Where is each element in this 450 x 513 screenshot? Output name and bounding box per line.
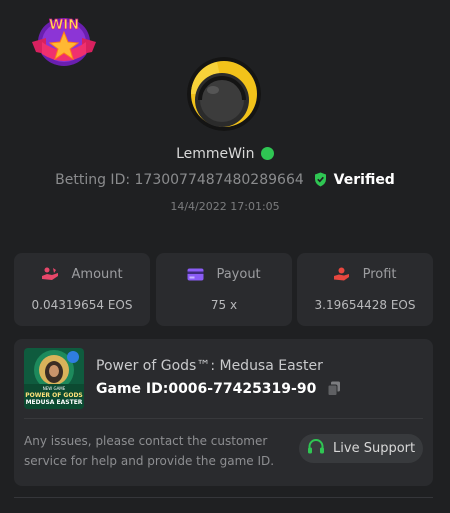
live-support-label: Live Support (333, 441, 416, 456)
avatar-image (187, 57, 261, 131)
betting-id-row: Betting ID: 1730077487480289664 Verified (0, 172, 450, 188)
online-status-icon (260, 147, 274, 160)
eos-hand-icon (42, 267, 59, 280)
payout-label: Payout (216, 267, 261, 282)
game-card-divider (24, 418, 423, 419)
verified-shield-icon (315, 172, 327, 187)
payout-header: Payout (156, 267, 292, 282)
payout-value: 75 x (210, 298, 238, 312)
win-badge-text: WIN (49, 18, 79, 33)
game-title[interactable]: Power of Gods™: Medusa Easter (96, 358, 323, 374)
verified-label: Verified (333, 172, 395, 188)
game-id-value: 0006-77425319-90 (168, 381, 317, 397)
headset-icon (307, 439, 324, 454)
profit-label: Profit (362, 267, 397, 282)
amount-card: Amount 0.04319654 EOS (14, 253, 150, 326)
bottom-divider (14, 497, 433, 498)
game-thumbnail-title-line1: POWER OF GODS (25, 392, 83, 399)
profit-hand-icon (334, 267, 350, 281)
game-thumbnail-small-text: NEW GAME (43, 386, 66, 391)
game-thumbnail-title-line2: MEDUSA EASTER (26, 399, 83, 406)
profit-header: Profit (297, 267, 433, 282)
avatar (187, 57, 261, 131)
betting-id-value: 1730077487480289664 (134, 172, 304, 188)
amount-label: Amount (71, 267, 123, 282)
game-thumbnail[interactable]: NEW GAME POWER OF GODS MEDUSA EASTER (24, 348, 84, 409)
amount-header: Amount (14, 267, 150, 282)
payout-card: Payout 75 x (156, 253, 292, 326)
bet-detail-page: WIN LemmeWin Betting ID: 173007748748028… (0, 0, 450, 513)
game-id-label: Game ID: (96, 381, 169, 397)
game-card: NEW GAME POWER OF GODS MEDUSA EASTER Pow… (14, 339, 433, 486)
bet-date: 14/4/2022 17:01:05 (170, 200, 280, 213)
card-icon (187, 268, 204, 281)
live-support-button[interactable]: Live Support (299, 434, 423, 463)
win-badge-icon: WIN (32, 18, 96, 66)
username-row: LemmeWin (0, 146, 450, 162)
username: LemmeWin (176, 146, 255, 162)
game-thumbnail-image: NEW GAME POWER OF GODS MEDUSA EASTER (24, 348, 84, 409)
betting-id-label: Betting ID: (55, 172, 131, 188)
amount-value: 0.04319654 EOS (31, 298, 133, 312)
profit-value: 3.19654428 EOS (314, 298, 416, 312)
copy-icon[interactable] (327, 381, 341, 396)
support-text: Any issues, please contact the customer … (24, 434, 275, 468)
game-id-row: Game ID:0006-77425319-90 (96, 381, 341, 397)
profit-card: Profit 3.19654428 EOS (297, 253, 433, 326)
win-badge: WIN (28, 12, 100, 68)
